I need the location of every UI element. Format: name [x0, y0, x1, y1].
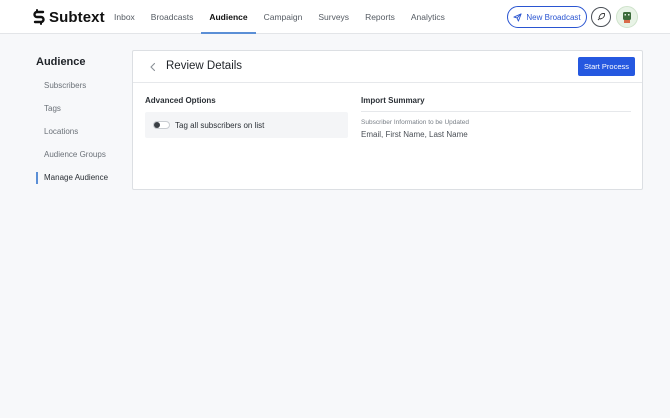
sidebar-item-subscribers[interactable]: Subscribers [44, 81, 86, 90]
summary-divider [361, 111, 631, 112]
import-summary-heading: Import Summary [361, 96, 425, 105]
new-broadcast-label: New Broadcast [526, 12, 581, 22]
avatar-icon [623, 12, 631, 23]
sidebar-active-indicator [36, 172, 38, 184]
summary-fields: Email, First Name, Last Name [361, 130, 468, 139]
rocket-button[interactable] [591, 7, 611, 27]
start-process-button[interactable]: Start Process [578, 57, 635, 76]
sidebar-item-audience-groups[interactable]: Audience Groups [44, 150, 106, 159]
sidebar-item-locations[interactable]: Locations [44, 127, 78, 136]
subtext-logo-icon [33, 9, 45, 25]
send-icon [513, 12, 522, 22]
sidebar-item-manage-audience[interactable]: Manage Audience [44, 173, 108, 182]
nav-audience[interactable]: Audience [201, 0, 256, 34]
sidebar-title: Audience [36, 56, 86, 68]
summary-subheading: Subscriber Information to be Updated [361, 119, 470, 126]
advanced-options-heading: Advanced Options [145, 96, 216, 105]
sidebar-item-tags[interactable]: Tags [44, 104, 61, 113]
main-nav: Inbox Broadcasts Audience Campaign Surve… [106, 0, 453, 34]
chevron-left-icon[interactable] [147, 61, 159, 73]
card-header: Review Details Start Process [133, 51, 642, 83]
rocket-icon [597, 13, 605, 21]
nav-campaign[interactable]: Campaign [256, 0, 311, 34]
nav-surveys[interactable]: Surveys [310, 0, 357, 34]
page-title: Review Details [166, 60, 243, 72]
nav-broadcasts[interactable]: Broadcasts [143, 0, 202, 34]
app-name: Subtext [49, 8, 105, 26]
nav-inbox[interactable]: Inbox [106, 0, 143, 34]
new-broadcast-button[interactable]: New Broadcast [507, 6, 587, 28]
review-details-card: Review Details Start Process Advanced Op… [132, 50, 643, 190]
tag-all-label: Tag all subscribers on list [175, 121, 265, 130]
app-logo[interactable]: Subtext [33, 8, 105, 26]
tag-all-toggle[interactable] [153, 121, 170, 129]
user-avatar[interactable] [616, 6, 638, 28]
nav-reports[interactable]: Reports [357, 0, 403, 34]
nav-analytics[interactable]: Analytics [403, 0, 453, 34]
tag-all-option-row: Tag all subscribers on list [145, 112, 348, 138]
toggle-knob [154, 122, 160, 128]
top-navigation-bar: Subtext Inbox Broadcasts Audience Campai… [0, 0, 670, 34]
